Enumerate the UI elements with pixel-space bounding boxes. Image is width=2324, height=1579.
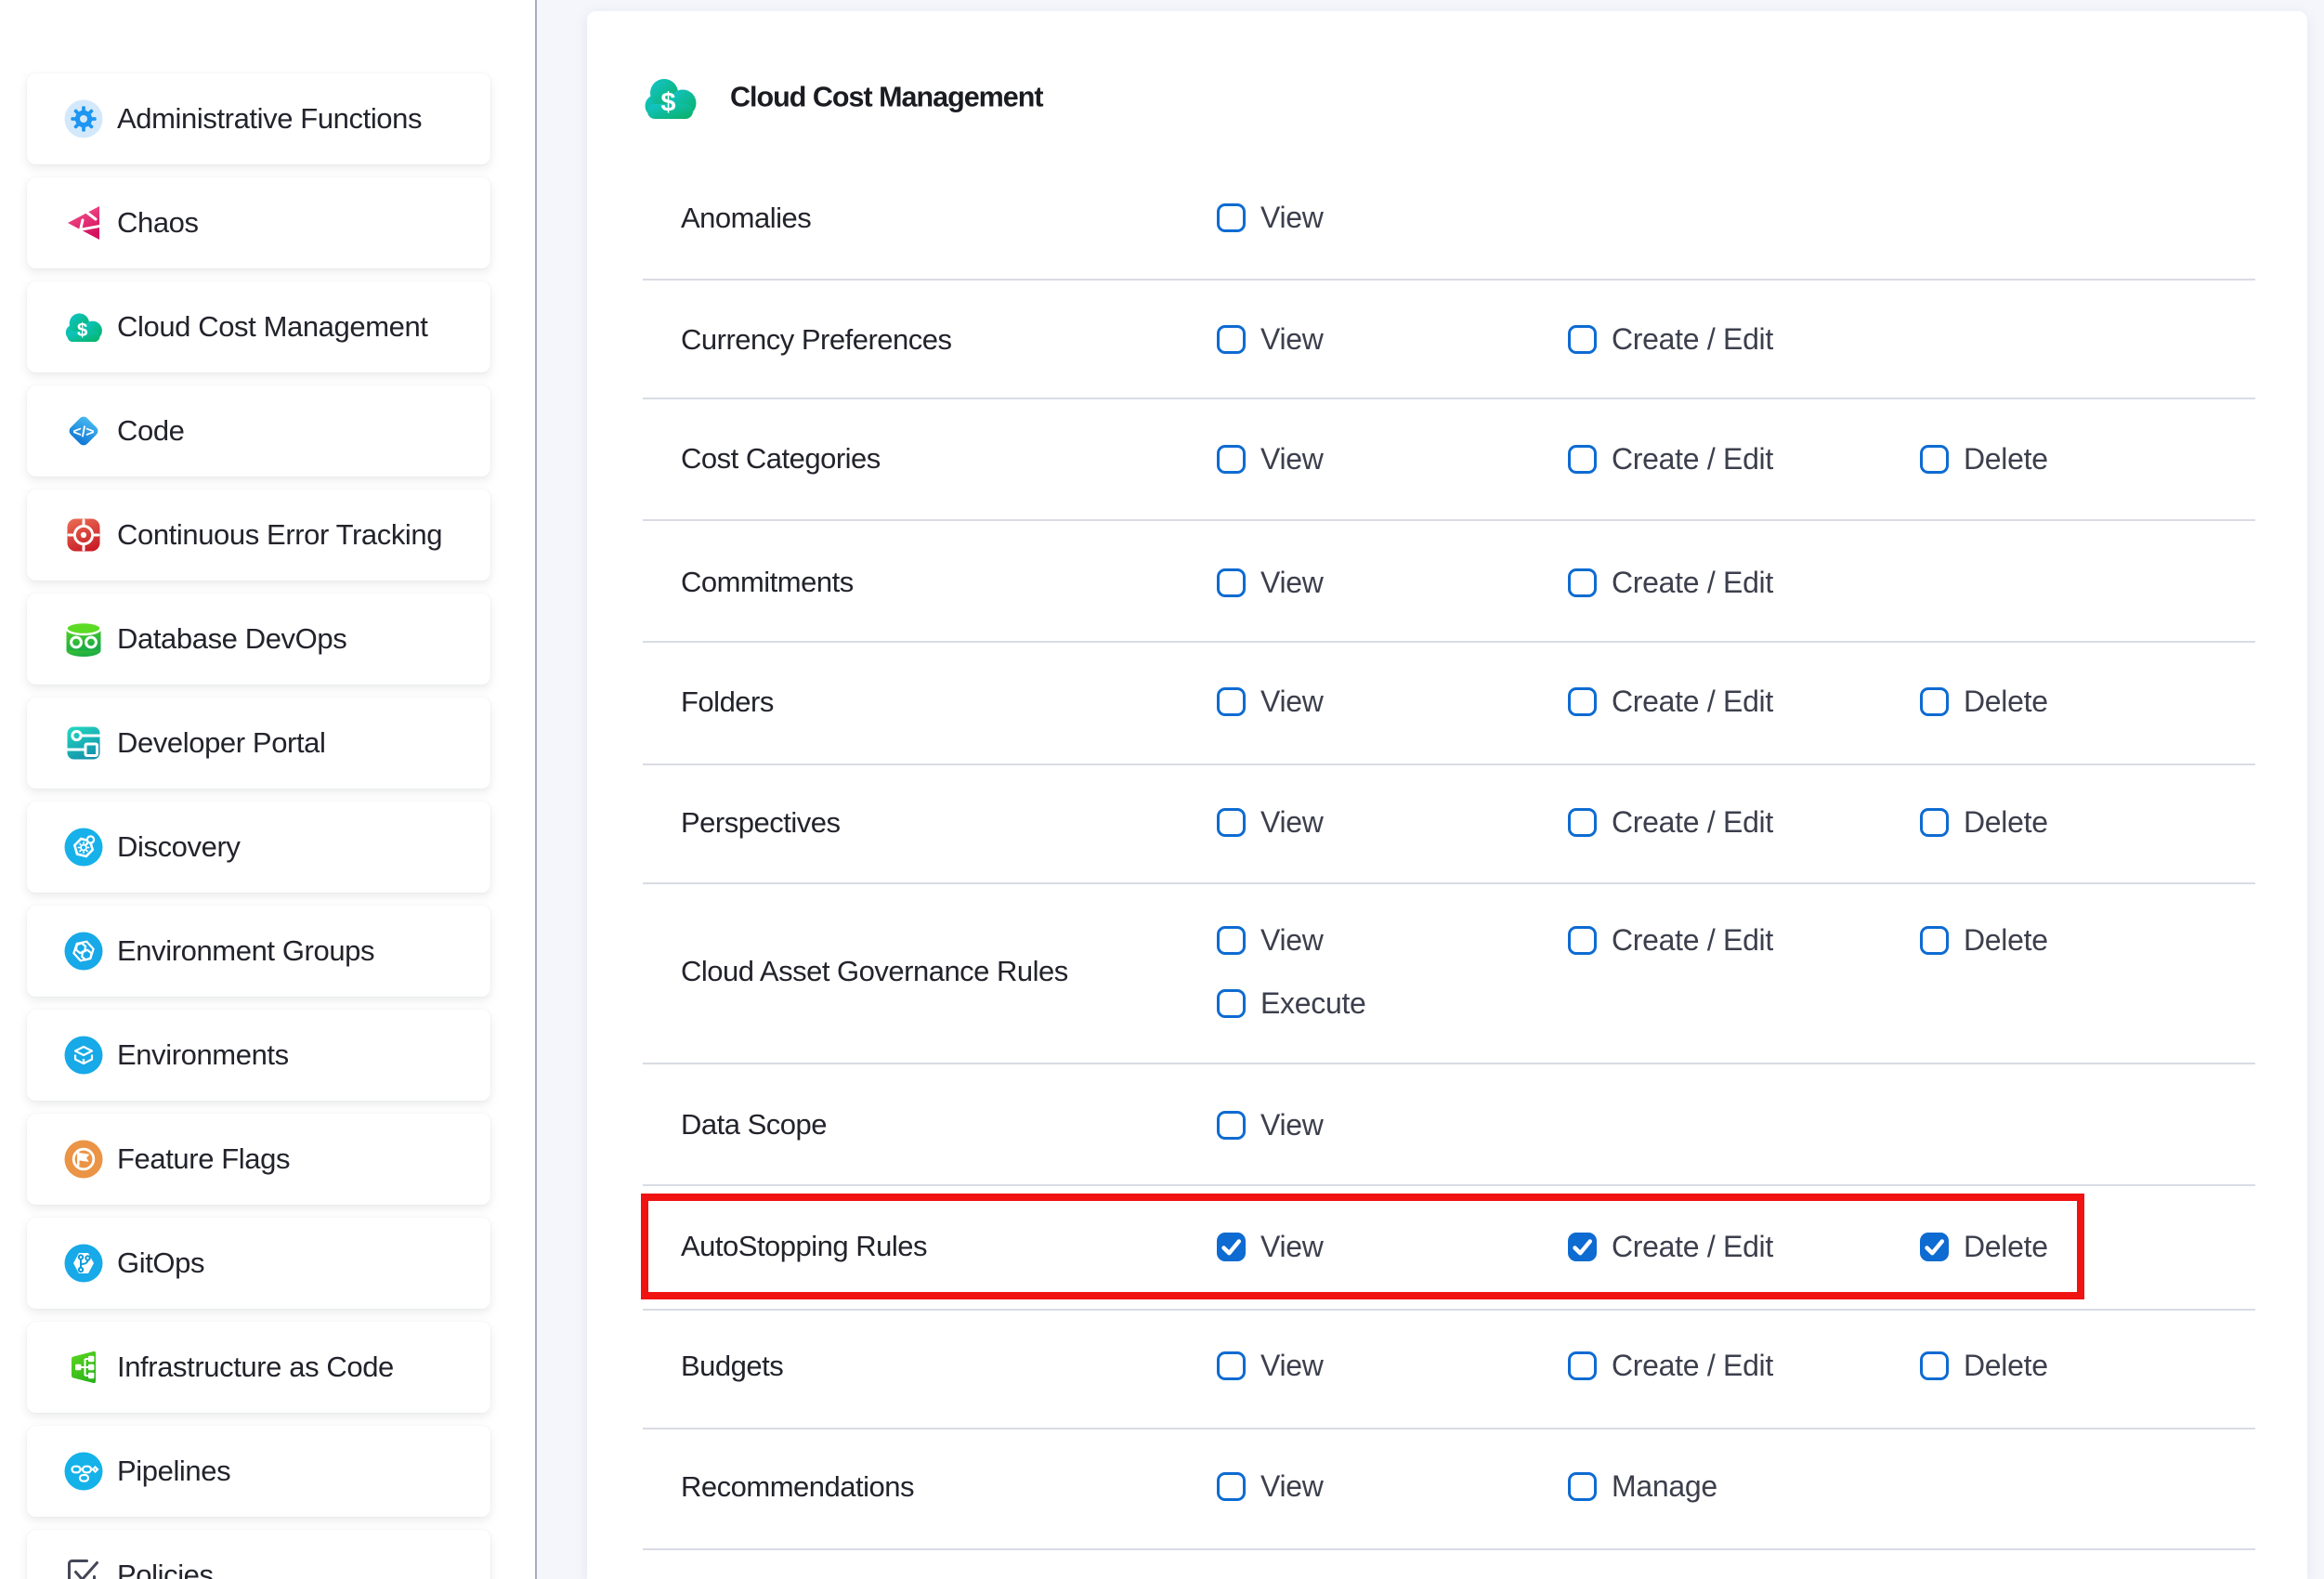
- svg-text:$: $: [660, 88, 675, 118]
- svg-text:$: $: [77, 320, 88, 341]
- svg-text:</>: </>: [72, 424, 94, 440]
